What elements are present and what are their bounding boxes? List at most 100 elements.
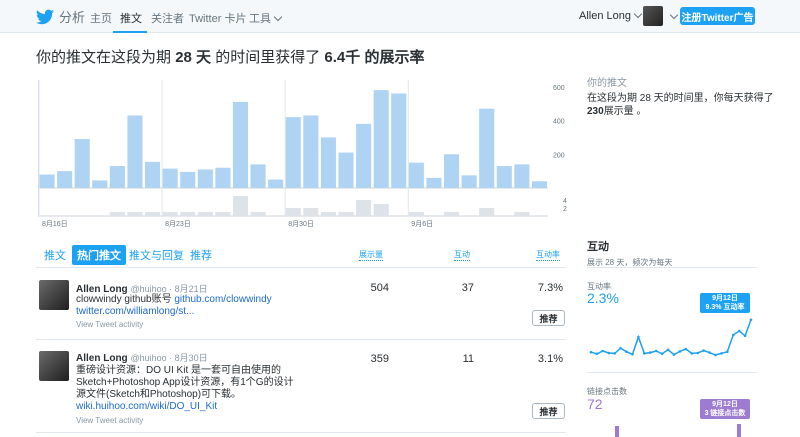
column-engagements[interactable]: 互动 [454, 249, 470, 261]
x-tick-label: 8月30日 [288, 220, 314, 228]
divider [587, 267, 757, 268]
avatar[interactable] [643, 6, 663, 26]
impressions-bar [496, 166, 512, 188]
tooltip-value: 3 链接点击数 [704, 410, 746, 417]
tooltip-value: 9.3% 互动率 [705, 304, 745, 311]
tab-tweets[interactable]: 推文 [44, 247, 66, 263]
view-tweet-activity-link[interactable]: View Tweet activity [76, 416, 143, 425]
link-clicks-value: 72 [587, 396, 603, 412]
chevron-down-icon[interactable] [669, 10, 679, 20]
summary-title: 你的推文 [587, 78, 627, 89]
tweet-meta: @huihoo · 8月21日 [130, 284, 208, 294]
impressions-bar [443, 154, 460, 188]
engagement-rate-line [590, 319, 752, 356]
nav-tools[interactable]: 工具 [249, 10, 283, 26]
summary-text: 在这段为期 28 天的时间里，你每天获得了 230展示量 。 [587, 92, 777, 118]
engagement-rate-point [595, 352, 599, 356]
twitter-ads-signup-button[interactable]: 注册Twitter广告 [680, 7, 755, 25]
engagement-rate-point [690, 352, 694, 355]
engagement-rate-point [637, 335, 640, 339]
chevron-down-icon [273, 12, 283, 22]
impressions-bar [215, 167, 231, 188]
headline-days: 28 天 [175, 49, 212, 66]
y-tick-label: 400 [553, 119, 565, 126]
engagement-rate-point [743, 334, 747, 338]
impressions-bar [127, 115, 143, 188]
active-tab-indicator [113, 31, 147, 33]
nav-twitter-cards[interactable]: Twitter 卡片 [189, 10, 246, 26]
tab-promoted[interactable]: 推荐 [190, 247, 212, 263]
promote-button[interactable]: 推荐 [532, 403, 565, 419]
engagement-rate-point [678, 350, 682, 353]
x-tick-label: 9月6日 [411, 220, 433, 228]
tweet-impressions: 504 [370, 282, 389, 294]
engagements-bar [109, 212, 125, 216]
headline-middle: 的时间里获得了 [215, 49, 321, 66]
engagement-rate-point [714, 353, 717, 357]
link-clicks-tooltip: 9月12日 3 链接点击数 [700, 399, 750, 419]
tooltip-date: 9月12日 [712, 401, 738, 408]
column-engagement-rate[interactable]: 互动率 [536, 249, 560, 261]
engagements-bar [145, 212, 161, 216]
engagements-bar [320, 212, 336, 216]
engagement-rate-point [613, 352, 617, 355]
engagement-rate-point [702, 349, 705, 352]
tweet-body: clowwindy github账号 [76, 294, 175, 305]
chevron-down-icon [633, 9, 643, 19]
impressions-bar [531, 181, 547, 188]
engagements-bar [356, 200, 372, 216]
headline-impressions: 6.4千 [324, 49, 361, 66]
nav-home[interactable]: 主页 [90, 10, 112, 26]
engagement-rate-point [660, 352, 664, 356]
brand-label: 分析 [59, 10, 86, 25]
engagements-bar [514, 212, 530, 216]
tweet-row[interactable]: Allen Long @huihoo · 8月21日 clowwindy git… [36, 272, 566, 340]
tweet-link[interactable]: twitter.com/williamlong/st... [76, 306, 194, 317]
engagement-title: 互动 [587, 241, 609, 253]
impressions-bar [232, 101, 249, 188]
tweet-engagements: 37 [461, 282, 474, 294]
tweet-link[interactable]: github.com/clowwindy [174, 294, 271, 305]
engagement-rate-point [666, 348, 670, 352]
tweet-link[interactable]: wiki.huihoo.com/wiki/DO_UI_Kit [76, 401, 217, 412]
impressions-bar [461, 175, 477, 188]
engagement-rate-point [731, 333, 735, 337]
impressions-bar [408, 162, 424, 188]
engagements-bar [250, 212, 266, 216]
avatar[interactable] [39, 351, 69, 381]
engagements-bar [215, 212, 231, 216]
user-name: Allen Long [579, 10, 631, 22]
impressions-bar [74, 139, 90, 188]
tweet-row[interactable]: Allen Long @huihoo · 8月30日 重磅设计资源：DO UI … [36, 341, 566, 433]
tab-top-tweets[interactable]: 热门推文 [72, 245, 126, 265]
tweet-body: 重磅设计资源：DO UI Kit 是一套可自由使用的Sketch+Photosh… [76, 365, 294, 400]
impressions-bar [514, 164, 530, 188]
engagement-rate-point [749, 318, 753, 322]
engagement-rate-point [631, 352, 634, 356]
engagement-panel: 互动 展示 28 天，频次为每天 [587, 238, 757, 268]
avatar[interactable] [39, 280, 69, 310]
engagement-rate-point [654, 349, 658, 353]
user-menu[interactable]: Allen Long [579, 9, 643, 22]
engagement-rate-point [601, 349, 605, 353]
nav-tweets[interactable]: 推文 [120, 10, 142, 26]
column-impressions[interactable]: 展示量 [359, 249, 383, 261]
tab-tweets-and-replies[interactable]: 推文与回复 [129, 247, 184, 263]
engagements-bar [127, 212, 143, 216]
view-tweet-activity-link[interactable]: View Tweet activity [76, 320, 143, 329]
engagements-bar [285, 208, 301, 216]
impressions-bar [268, 179, 284, 188]
headline-suffix: 的展示率 [364, 49, 425, 66]
brand[interactable]: 分析 [36, 7, 85, 26]
engagement-rate-point [684, 347, 688, 351]
promote-button[interactable]: 推荐 [532, 310, 565, 326]
impressions-bar [479, 108, 495, 188]
impressions-bar [162, 168, 178, 188]
x-tick-label: 8月23日 [165, 220, 191, 228]
y-tick-label: 600 [553, 85, 565, 92]
impressions-chart: 600 400 200 42 8月16日 8月23日 8月30日 9月6日 [38, 80, 567, 228]
nav-followers[interactable]: 关注者 [151, 10, 184, 26]
impressions-bar [373, 90, 389, 188]
author-name: Allen Long [76, 353, 128, 364]
engagement-rate-point [619, 346, 622, 350]
